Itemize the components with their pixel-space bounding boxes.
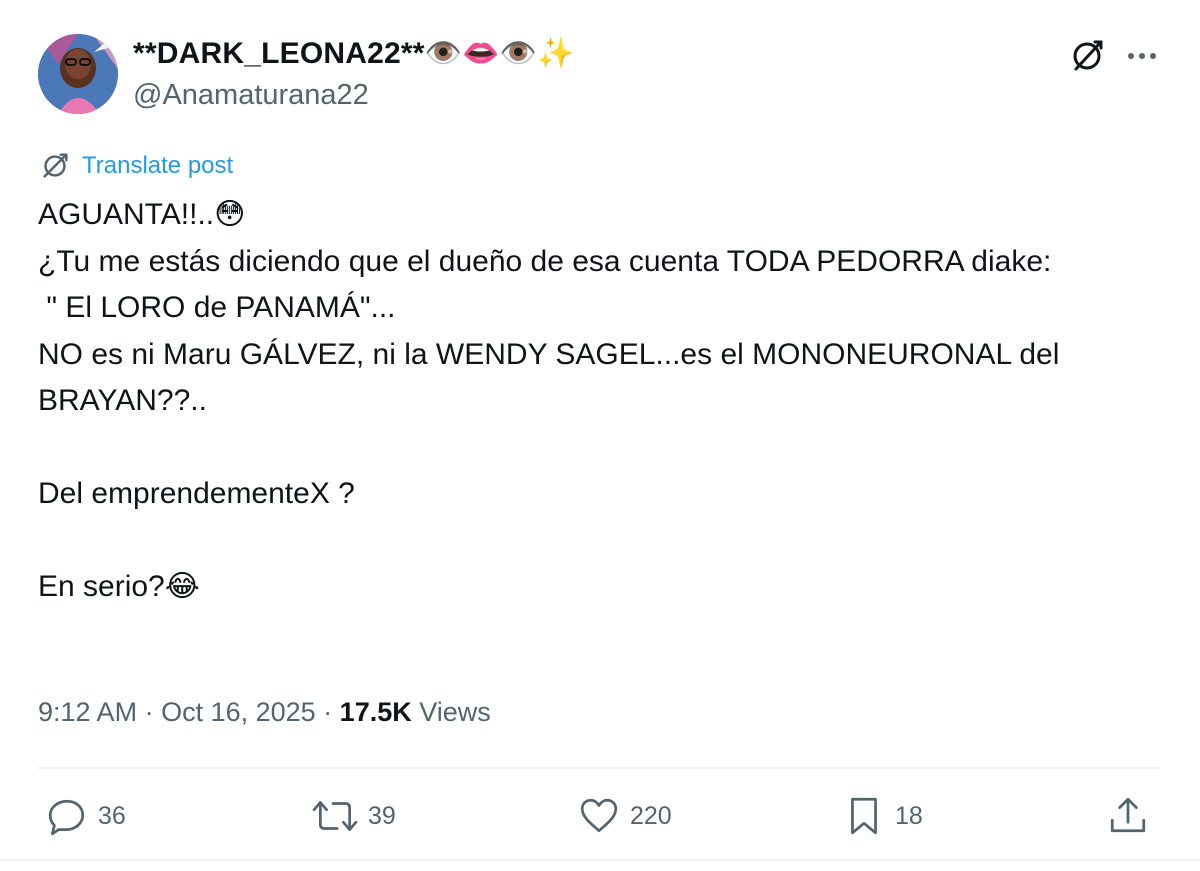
reply-count: 36 [98, 801, 126, 830]
bookmark-icon [851, 797, 877, 835]
translate-post-link[interactable]: Translate post [38, 148, 233, 184]
grok-icon [1073, 40, 1103, 71]
more-button[interactable] [1122, 36, 1162, 76]
bookmark-button[interactable]: 18 [843, 793, 923, 839]
repost-icon [312, 801, 358, 831]
author-handle[interactable]: @Anamaturana22 [133, 79, 369, 112]
repost-button[interactable]: 39 [312, 793, 396, 839]
like-count: 220 [630, 801, 672, 830]
like-icon [580, 798, 618, 833]
divider [38, 767, 1160, 769]
post-text: AGUANTA!!..😳 ¿Tu me estás diciendo que e… [38, 198, 1060, 603]
author-display-name[interactable]: **DARK_LEONA22**👁️👄👁️✨ [133, 36, 575, 71]
share-button[interactable] [1107, 793, 1149, 839]
post-date[interactable]: Oct 16, 2025 [161, 697, 316, 727]
post-time[interactable]: 9:12 AM [38, 697, 137, 727]
translate-post-label: Translate post [82, 152, 234, 179]
meta-separator: · [137, 697, 162, 727]
meta-separator: · [315, 697, 340, 727]
grok-button[interactable] [1067, 36, 1107, 76]
avatar-image [38, 34, 118, 114]
views-label: Views [419, 697, 491, 727]
post-card: **DARK_LEONA22**👁️👄👁️✨ @Anamaturana22 Tr… [0, 0, 1200, 861]
more-icon [1128, 53, 1156, 59]
avatar[interactable] [38, 34, 118, 114]
translate-icon [43, 153, 68, 178]
reply-button[interactable]: 36 [46, 793, 126, 839]
post-meta: 9:12 AM · Oct 16, 2025 · 17.5K Views [38, 697, 491, 728]
reply-icon [48, 799, 85, 836]
bookmark-count: 18 [895, 801, 923, 830]
repost-count: 39 [368, 801, 396, 830]
views-count: 17.5K [339, 697, 412, 727]
like-button[interactable]: 220 [578, 793, 672, 839]
share-icon [1110, 797, 1146, 833]
